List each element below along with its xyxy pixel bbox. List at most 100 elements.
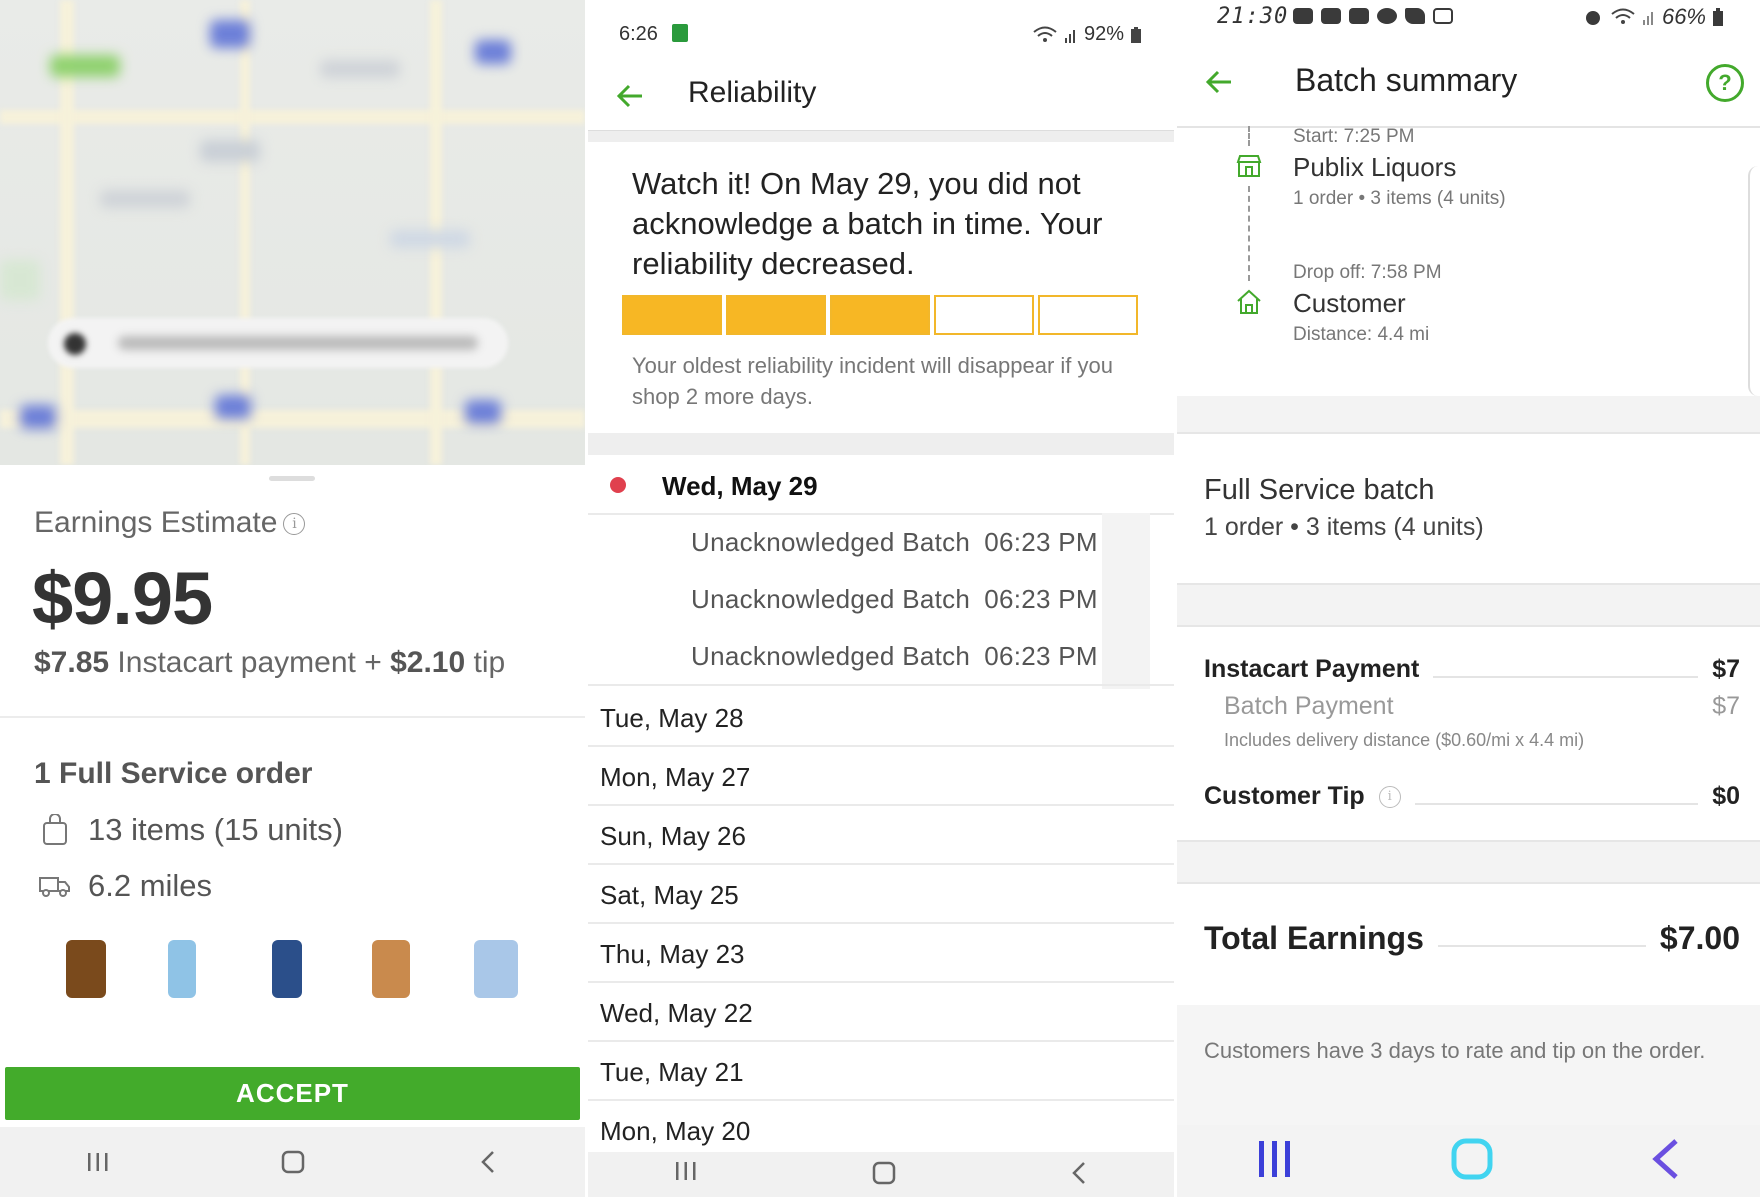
recent-apps-icon[interactable] <box>674 1160 698 1187</box>
page-title: Reliability <box>688 76 817 109</box>
status-bar: 21:30 66% <box>1177 0 1760 40</box>
day-row[interactable]: Tue, May 21 <box>588 1041 1174 1101</box>
reliability-segment <box>830 295 930 335</box>
product-thumbnail[interactable] <box>272 940 302 998</box>
product-thumbnail[interactable] <box>372 940 410 998</box>
app-bar: Batch summary ? <box>1177 40 1760 128</box>
system-nav-bar <box>1177 1125 1760 1197</box>
divider <box>1177 840 1760 884</box>
warning-message: Watch it! On May 29, you did not acknowl… <box>632 166 1103 281</box>
batch-items: 1 order • 3 items (4 units) <box>1204 513 1484 541</box>
incident-item: Unacknowledged Batch 06:23 PM <box>691 641 1098 671</box>
day-row[interactable]: Mon, May 20 <box>588 1100 1174 1158</box>
recent-apps-icon[interactable] <box>1255 1139 1295 1184</box>
reliability-meter <box>622 295 1138 335</box>
scrollbar[interactable] <box>1102 513 1150 689</box>
earnings-estimate-label: Earnings Estimate i <box>34 506 306 540</box>
page-title: Batch summary <box>1295 62 1518 98</box>
start-time: Start: 7:25 PM <box>1293 126 1415 147</box>
instacart-payment-amount: $7.85 <box>34 646 110 679</box>
day-row[interactable]: Mon, May 27 <box>588 746 1174 806</box>
delivery-truck-icon <box>34 868 76 904</box>
tip-amount: $2.10 <box>390 646 466 679</box>
accept-button[interactable]: ACCEPT <box>5 1067 580 1120</box>
day-row[interactable]: Sat, May 25 <box>588 864 1174 924</box>
customer-tip-row: Customer Tip i $0 <box>1204 782 1740 810</box>
incident-list: Unacknowledged Batch 06:23 PM Unacknowled… <box>588 513 1174 689</box>
earnings-breakdown: $7.85 Instacart payment + $2.10 tip <box>34 646 505 680</box>
back-nav-icon[interactable] <box>1070 1160 1088 1191</box>
wifi-icon <box>1033 26 1057 42</box>
info-icon[interactable]: i <box>1378 785 1401 808</box>
home-icon[interactable] <box>263 1142 323 1182</box>
distance-text: 6.2 miles <box>88 868 213 903</box>
shopping-bag-icon <box>34 812 76 848</box>
reliability-segment <box>1038 295 1138 335</box>
app-bar: Reliability <box>588 60 1174 132</box>
day-row-current[interactable]: Wed, May 29 <box>588 455 1174 515</box>
day-row[interactable]: Sun, May 26 <box>588 805 1174 865</box>
customer-name: Customer <box>1293 288 1406 318</box>
divider <box>0 716 585 718</box>
product-thumbnail[interactable] <box>474 940 518 998</box>
help-icon[interactable]: ? <box>1706 64 1744 102</box>
day-row[interactable]: Tue, May 28 <box>588 687 1174 747</box>
system-nav-bar <box>588 1152 1174 1197</box>
instacart-payment-row: Instacart Payment $7 <box>1204 655 1740 683</box>
day-row[interactable]: Thu, May 23 <box>588 923 1174 983</box>
store-icon <box>1235 152 1263 180</box>
status-time: 6:26 <box>619 23 658 45</box>
status-right: 66% <box>1582 4 1724 30</box>
store-order-info: 1 order • 3 items (4 units) <box>1293 188 1506 209</box>
recent-apps-icon[interactable] <box>68 1142 128 1182</box>
route-line <box>1248 186 1250 281</box>
drag-handle[interactable] <box>269 476 315 481</box>
back-nav-icon[interactable] <box>458 1142 518 1182</box>
panel-reliability: 6:26 92% Reliability Watch it! On May 29… <box>588 0 1174 1197</box>
distance-line: 6.2 miles <box>34 868 212 904</box>
reliability-segment <box>934 295 1034 335</box>
signal-icon <box>1064 29 1075 43</box>
notification-icon <box>672 24 688 42</box>
address-pill <box>48 318 508 368</box>
reliability-card: Watch it! On May 29, you did not acknowl… <box>588 142 1174 432</box>
panel-batch-offer: Earnings Estimate i $9.95 $7.85 Instacart… <box>0 0 585 1197</box>
reliability-hint: Your oldest reliability incident will di… <box>632 353 1114 409</box>
home-icon[interactable] <box>1450 1137 1494 1186</box>
status-right: 92% <box>1032 23 1142 46</box>
map-view[interactable] <box>0 0 585 465</box>
signal-icon <box>1642 12 1653 25</box>
notification-icons <box>1293 8 1453 24</box>
wifi-icon <box>1611 8 1635 24</box>
back-arrow-icon[interactable] <box>1201 64 1237 100</box>
back-nav-icon[interactable] <box>1650 1137 1682 1186</box>
location-pin-icon <box>64 333 86 355</box>
divider <box>588 684 1174 686</box>
customer-distance: Distance: 4.4 mi <box>1293 324 1430 345</box>
instacart-payment-text: Instacart payment + <box>117 646 382 679</box>
product-thumbnail[interactable] <box>66 940 106 998</box>
product-thumbnails <box>0 940 585 1020</box>
footer-text: Customers have 3 days to rate and tip on… <box>1204 1038 1706 1063</box>
day-label: Wed, May 29 <box>662 471 818 501</box>
carousel-edge <box>1748 166 1760 396</box>
total-earnings-row: Total Earnings $7.00 <box>1204 920 1740 956</box>
status-bar: 6:26 92% <box>588 0 1174 60</box>
home-icon[interactable] <box>871 1160 897 1191</box>
footer-note: Customers have 3 days to rate and tip on… <box>1177 1005 1760 1125</box>
tip-text: tip <box>473 646 506 679</box>
back-arrow-icon[interactable] <box>612 78 648 114</box>
battery-percent: 66% <box>1661 4 1706 29</box>
dropoff-time: Drop off: 7:58 PM <box>1293 262 1442 283</box>
divider <box>1177 396 1760 434</box>
store-name: Publix Liquors <box>1293 152 1457 182</box>
divider <box>588 433 1174 455</box>
route-card: Start: 7:25 PM Publix Liquors 1 order • … <box>1177 126 1760 396</box>
info-icon[interactable]: i <box>283 513 306 535</box>
items-line: 13 items (15 units) <box>34 812 343 848</box>
order-title: 1 Full Service order <box>34 757 313 790</box>
product-thumbnail[interactable] <box>168 940 196 998</box>
day-row[interactable]: Wed, May 22 <box>588 982 1174 1042</box>
house-icon <box>1235 288 1263 316</box>
reliability-segment <box>622 295 722 335</box>
